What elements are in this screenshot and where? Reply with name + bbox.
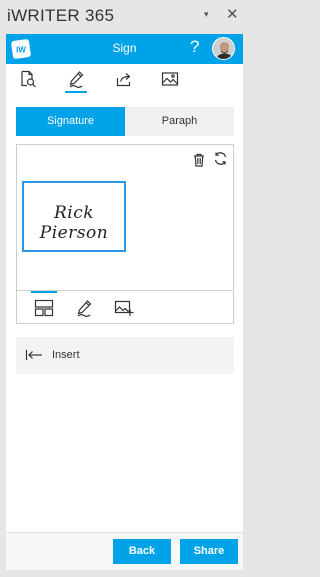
document-search-icon[interactable]: [14, 66, 42, 92]
share-button[interactable]: Share: [180, 539, 238, 564]
signature-preview[interactable]: Rick Pierson: [22, 181, 126, 252]
app-title: Sign: [112, 41, 137, 55]
addin-panel: IW Sign ? Signature Paraph Rick Pierson …: [6, 34, 243, 570]
pane-title-bar: iWRITER 365 ▾ ✕: [0, 0, 250, 34]
trash-icon[interactable]: [192, 153, 206, 167]
signature-text: Rick Pierson: [39, 203, 109, 243]
tab-signature[interactable]: Signature: [16, 107, 125, 136]
pen-icon[interactable]: [62, 66, 90, 93]
toolbar: [6, 64, 243, 94]
avatar[interactable]: [212, 37, 235, 60]
pane-title: iWRITER 365: [7, 6, 115, 25]
signature-tools: [17, 290, 233, 324]
pane-menu-icon[interactable]: ▾: [204, 9, 209, 20]
signature-tabs: Signature Paraph: [16, 107, 234, 136]
share-icon[interactable]: [110, 66, 138, 92]
image-icon[interactable]: [156, 66, 184, 92]
app-header: IW Sign ?: [6, 34, 243, 64]
help-icon[interactable]: ?: [190, 37, 199, 57]
back-button[interactable]: Back: [113, 539, 171, 564]
insert-arrow-icon: [25, 347, 43, 363]
footer: Back Share: [6, 532, 243, 570]
tab-paraph[interactable]: Paraph: [125, 107, 234, 136]
signature-pen-icon[interactable]: [71, 295, 97, 321]
refresh-icon[interactable]: [213, 151, 228, 166]
insert-button[interactable]: Insert: [16, 337, 234, 374]
close-icon[interactable]: ✕: [226, 5, 239, 23]
signature-panel: Rick Pierson: [16, 144, 234, 324]
layout-grid-icon[interactable]: [31, 291, 57, 321]
add-image-icon[interactable]: [111, 295, 137, 321]
insert-label: Insert: [52, 349, 80, 361]
